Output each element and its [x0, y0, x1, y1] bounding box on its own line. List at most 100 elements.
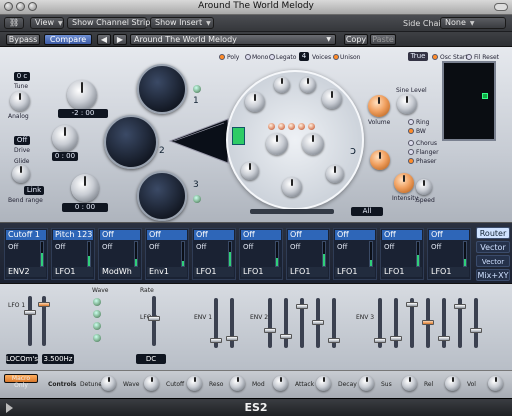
filter-option-led[interactable]: [308, 123, 315, 130]
planar-pad[interactable]: [442, 61, 496, 141]
osc3-frequency-knob[interactable]: [71, 174, 99, 202]
env3-time-slider[interactable]: [438, 298, 450, 348]
filter1-cutoff-knob[interactable]: [245, 92, 265, 112]
router-amount-slider[interactable]: [416, 241, 420, 267]
filter-option-led[interactable]: [288, 123, 295, 130]
osc1-coarse-display[interactable]: -2 : 00: [58, 109, 108, 118]
true-toggle[interactable]: True: [408, 52, 428, 61]
blend-slider[interactable]: [250, 209, 334, 214]
macro-knob[interactable]: [402, 376, 417, 391]
env2-sustain-slider[interactable]: [296, 298, 308, 348]
router-slot[interactable]: Cutoff 1 Off ENV2: [4, 228, 48, 280]
osc3-fine-display[interactable]: 0 : 00: [62, 203, 108, 212]
router-source[interactable]: Env1: [147, 267, 187, 277]
bw-led[interactable]: [408, 128, 414, 134]
router-slot[interactable]: Off Off LFO1: [286, 228, 330, 280]
env3-decay-slider[interactable]: [390, 298, 402, 348]
lfo1-env-slider[interactable]: [24, 296, 36, 346]
osc1-frequency-knob[interactable]: [67, 80, 97, 110]
macro-knob[interactable]: [230, 376, 245, 391]
lfo-wave-led[interactable]: [93, 310, 101, 318]
all-select[interactable]: All: [351, 207, 383, 216]
macro-knob[interactable]: [144, 376, 159, 391]
env3-release-slider[interactable]: [422, 298, 434, 348]
router-source[interactable]: LFO1: [429, 267, 469, 277]
osc-start-led[interactable]: [432, 54, 438, 60]
speed-knob[interactable]: [416, 179, 432, 195]
router-source[interactable]: LFO1: [288, 267, 328, 277]
show-insert-menu[interactable]: Show Insert ▼: [150, 17, 214, 29]
router-amount-slider[interactable]: [369, 241, 373, 267]
router-slot[interactable]: Off Off LFO1: [380, 228, 424, 280]
link-toggle[interactable]: Link: [24, 186, 44, 195]
macro-knob[interactable]: [187, 376, 202, 391]
toolbar-toggle-button[interactable]: [494, 3, 508, 11]
drive-knob[interactable]: [370, 150, 390, 170]
show-channel-strip-menu[interactable]: Show Channel Strip▼: [67, 17, 159, 29]
env3-sustain-slider[interactable]: [406, 298, 418, 348]
filter2-resonance-knob[interactable]: [322, 89, 342, 109]
router-target[interactable]: Off: [382, 230, 422, 240]
vector-view-button[interactable]: Vector: [476, 241, 510, 253]
intensity-knob[interactable]: [394, 173, 414, 193]
filter-option-led[interactable]: [298, 123, 305, 130]
filter-option-led[interactable]: [268, 123, 275, 130]
router-source[interactable]: LFO1: [53, 267, 93, 277]
lfo2-rate-slider[interactable]: [148, 296, 160, 346]
macro-knob[interactable]: [273, 376, 288, 391]
filter-mode-switch[interactable]: [232, 127, 245, 145]
bypass-button[interactable]: Bypass: [6, 34, 40, 45]
mix-xy-view-button[interactable]: Mix+XY: [476, 269, 510, 281]
filter1-resonance-knob[interactable]: [274, 77, 290, 93]
router-amount-slider[interactable]: [322, 241, 326, 267]
filter-blend-knob[interactable]: [266, 133, 288, 155]
router-amount-slider[interactable]: [40, 241, 44, 267]
osc2-frequency-knob[interactable]: [52, 125, 78, 151]
lfo1-rate2-display[interactable]: 3.500Hz: [42, 354, 74, 364]
glide-knob[interactable]: [12, 165, 30, 183]
router-source[interactable]: ModWh: [100, 267, 140, 277]
poly-led[interactable]: [219, 54, 225, 60]
lfo-wave-led[interactable]: [93, 322, 101, 330]
osc2-fine-display[interactable]: 0 : 00: [52, 152, 78, 161]
next-preset-button[interactable]: ▶: [113, 34, 127, 45]
router-slot[interactable]: Off Off LFO1: [333, 228, 377, 280]
osc3-power-button[interactable]: [193, 195, 201, 203]
router-amount-slider[interactable]: [275, 241, 279, 267]
mono-led[interactable]: [245, 54, 251, 60]
flanger-led[interactable]: [408, 149, 414, 155]
env2-attack-slider[interactable]: [264, 298, 276, 348]
phaser-led[interactable]: [408, 158, 414, 164]
filter1-drive-knob[interactable]: [241, 162, 259, 180]
oscillator-mix-triangle[interactable]: [168, 117, 230, 165]
lfo1-rate-slider[interactable]: [38, 296, 50, 346]
router-target[interactable]: Off: [335, 230, 375, 240]
side-chain-select[interactable]: None ▼: [440, 17, 506, 29]
osc1-waveform-knob[interactable]: [137, 64, 187, 114]
filter2-fm-knob[interactable]: [326, 165, 344, 183]
router-amount-slider[interactable]: [463, 241, 467, 267]
router-source[interactable]: ENV2: [6, 267, 46, 277]
env2-time-slider[interactable]: [328, 298, 340, 348]
macro-knob[interactable]: [445, 376, 460, 391]
macro-knob[interactable]: [488, 376, 503, 391]
macro-mode-button[interactable]: Macro Only: [4, 374, 38, 389]
fil-reset-led[interactable]: [466, 54, 472, 60]
filter2-cutoff-knob[interactable]: [300, 77, 316, 93]
router-slot[interactable]: Off Off LFO1: [192, 228, 236, 280]
unison-led[interactable]: [333, 54, 339, 60]
router-slot[interactable]: Off Off LFO1: [427, 228, 471, 280]
env1-decay-slider[interactable]: [226, 298, 238, 348]
router-slot[interactable]: Pitch 123 Off LFO1: [51, 228, 95, 280]
router-view-button[interactable]: Router: [476, 227, 510, 239]
distortion-knob[interactable]: [302, 133, 324, 155]
router-source[interactable]: LFO1: [382, 267, 422, 277]
lfo1-rate-display[interactable]: LOCOm's: [6, 354, 38, 364]
env2-decay-slider[interactable]: [280, 298, 292, 348]
router-source[interactable]: LFO1: [194, 267, 234, 277]
macro-knob[interactable]: [316, 376, 331, 391]
osc2-waveform-knob[interactable]: [104, 115, 158, 169]
voices-display[interactable]: 4: [299, 52, 309, 61]
router-target[interactable]: Pitch 123: [53, 230, 93, 240]
planar-pad-cursor[interactable]: [482, 93, 488, 99]
